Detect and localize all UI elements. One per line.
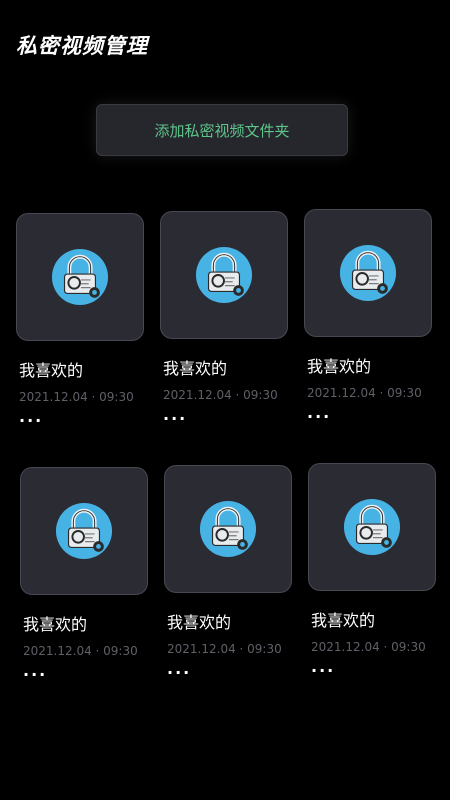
lock-icon bbox=[51, 248, 109, 306]
lock-icon bbox=[199, 500, 257, 558]
folder-thumbnail[interactable] bbox=[308, 463, 436, 591]
folder-card[interactable]: 我喜欢的 2021.12.04 · 09:30 ··· bbox=[304, 209, 434, 449]
folder-thumbnail[interactable] bbox=[20, 467, 148, 595]
folder-date: 2021.12.04 · 09:30 bbox=[311, 640, 426, 654]
lock-icon bbox=[195, 246, 253, 304]
folder-name: 我喜欢的 bbox=[167, 613, 232, 632]
folder-date: 2021.12.04 · 09:30 bbox=[19, 390, 134, 404]
private-video-page: 私密视频管理 添加私密视频文件夹 我喜欢的 2021.12.04 · 09:30… bbox=[0, 0, 450, 800]
folder-date: 2021.12.04 · 09:30 bbox=[23, 644, 138, 658]
folder-thumbnail[interactable] bbox=[160, 211, 288, 339]
folder-name: 我喜欢的 bbox=[19, 361, 84, 380]
folder-card[interactable]: 我喜欢的 2021.12.04 · 09:30 ··· bbox=[20, 467, 150, 707]
add-private-folder-button[interactable]: 添加私密视频文件夹 bbox=[96, 104, 348, 156]
folder-card[interactable]: 我喜欢的 2021.12.04 · 09:30 ··· bbox=[160, 211, 290, 451]
more-icon[interactable]: ··· bbox=[19, 413, 43, 429]
folder-card[interactable]: 我喜欢的 2021.12.04 · 09:30 ··· bbox=[16, 213, 146, 453]
folder-card[interactable]: 我喜欢的 2021.12.04 · 09:30 ··· bbox=[308, 463, 438, 703]
folder-name: 我喜欢的 bbox=[311, 611, 376, 630]
more-icon[interactable]: ··· bbox=[307, 409, 331, 425]
folder-name: 我喜欢的 bbox=[307, 357, 372, 376]
lock-icon bbox=[339, 244, 397, 302]
folder-card[interactable]: 我喜欢的 2021.12.04 · 09:30 ··· bbox=[164, 465, 294, 705]
folder-thumbnail[interactable] bbox=[16, 213, 144, 341]
folder-date: 2021.12.04 · 09:30 bbox=[167, 642, 282, 656]
folder-date: 2021.12.04 · 09:30 bbox=[307, 386, 422, 400]
more-icon[interactable]: ··· bbox=[163, 411, 187, 427]
lock-icon bbox=[55, 502, 113, 560]
lock-icon bbox=[343, 498, 401, 556]
folder-thumbnail[interactable] bbox=[304, 209, 432, 337]
page-title: 私密视频管理 bbox=[16, 34, 148, 58]
folder-thumbnail[interactable] bbox=[164, 465, 292, 593]
more-icon[interactable]: ··· bbox=[167, 665, 191, 681]
folder-name: 我喜欢的 bbox=[23, 615, 88, 634]
more-icon[interactable]: ··· bbox=[23, 667, 47, 683]
more-icon[interactable]: ··· bbox=[311, 663, 335, 679]
folder-name: 我喜欢的 bbox=[163, 359, 228, 378]
folder-date: 2021.12.04 · 09:30 bbox=[163, 388, 278, 402]
